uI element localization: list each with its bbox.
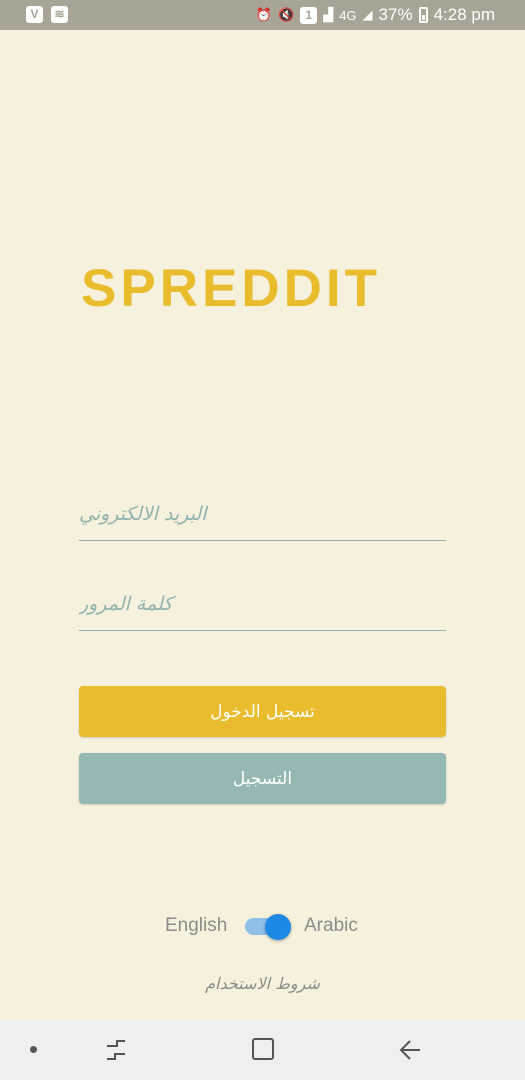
language-toggle[interactable]: [245, 914, 291, 940]
email-field-container: [79, 493, 446, 541]
signal-icon: ▟: [323, 7, 334, 22]
4g-icon: 4G: [339, 7, 357, 23]
login-button[interactable]: تسجيل الدخول: [79, 686, 446, 737]
status-right-icons: ⏰ 🔇 1 ▟ 4G ◢ 37% 4:28 pm: [256, 5, 495, 25]
back-icon[interactable]: [398, 1038, 422, 1062]
sim1-icon: 1: [300, 6, 318, 24]
signal-weak-icon: ◢: [362, 7, 373, 22]
status-bar: V ≋ ⏰ 🔇 1 ▟ 4G ◢ 37% 4:28 pm: [0, 0, 525, 30]
navigation-bar: [0, 1020, 525, 1080]
password-field-container: [79, 583, 446, 631]
vivaldi-icon: V: [26, 6, 43, 23]
wifi-icon: ≋: [51, 6, 68, 23]
app-logo: SPREDDIT: [81, 259, 381, 318]
status-left-icons: V ≋: [26, 6, 68, 23]
language-label-arabic: Arabic: [304, 915, 358, 936]
clock: 4:28 pm: [433, 5, 495, 24]
battery-percent: 37%: [378, 5, 413, 24]
alarm-icon: ⏰: [255, 7, 272, 22]
language-label-english: English: [165, 915, 228, 936]
recent-apps-icon[interactable]: [104, 1038, 128, 1062]
signup-button[interactable]: التسجيل: [79, 753, 446, 804]
email-input[interactable]: [79, 493, 446, 540]
nav-dot-icon[interactable]: [30, 1046, 37, 1053]
toggle-thumb[interactable]: [265, 914, 291, 940]
language-toggle-row: English Arabic: [0, 910, 525, 944]
mute-icon: 🔇: [278, 7, 295, 22]
terms-of-use-link[interactable]: شروط الاستخدام: [0, 974, 525, 993]
battery-icon: [418, 7, 428, 23]
home-icon[interactable]: [252, 1038, 274, 1060]
password-input[interactable]: [79, 583, 446, 630]
